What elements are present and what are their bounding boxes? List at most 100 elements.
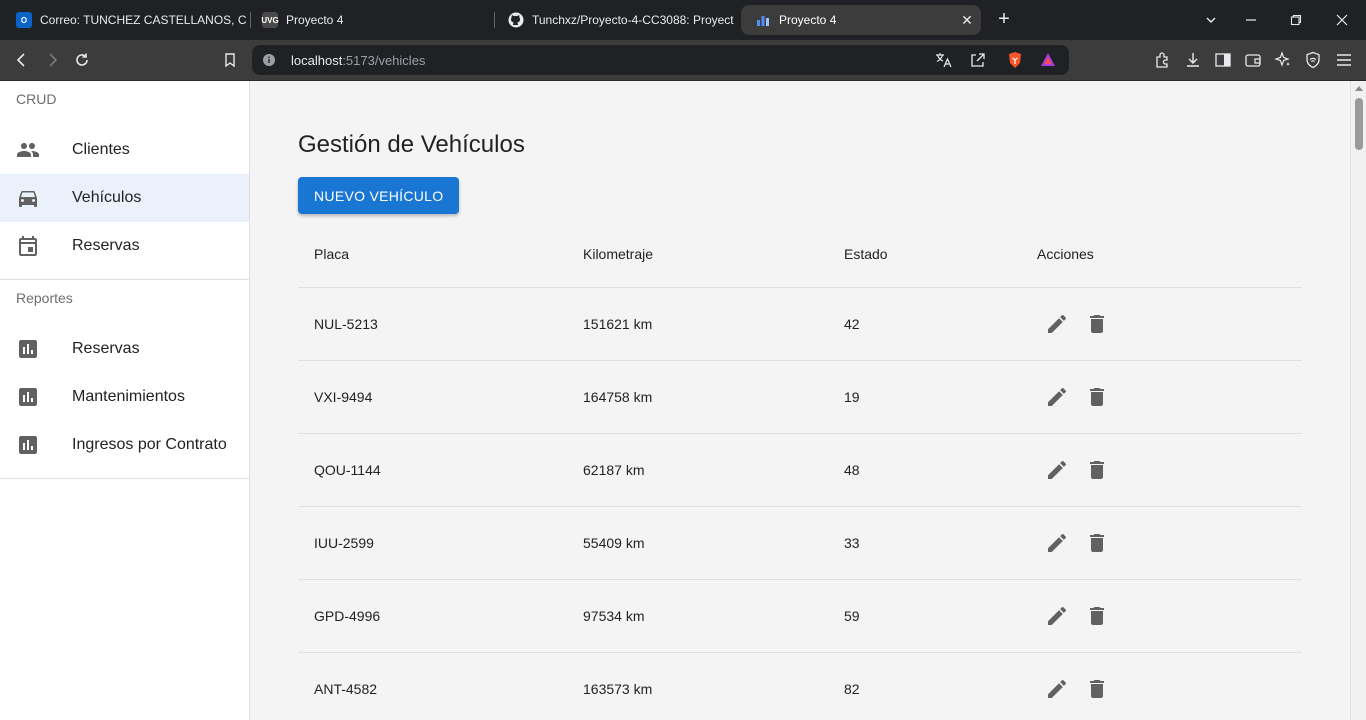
- site-info-icon[interactable]: [262, 53, 276, 72]
- cell-acciones: [1021, 287, 1302, 361]
- column-header-placa: Placa: [298, 222, 567, 288]
- column-header-acciones: Acciones: [1021, 222, 1302, 288]
- github-icon: [508, 12, 524, 28]
- cell-kilometraje: 62187 km: [567, 433, 828, 507]
- tab-search-icon[interactable]: [1199, 8, 1223, 32]
- bookmark-icon[interactable]: [217, 48, 243, 72]
- brave-rewards-icon[interactable]: [1039, 51, 1057, 74]
- row-actions: [1037, 304, 1302, 344]
- reload-icon[interactable]: [69, 48, 95, 72]
- share-icon[interactable]: [970, 52, 986, 73]
- edit-icon[interactable]: [1037, 304, 1077, 344]
- edit-icon[interactable]: [1037, 450, 1077, 490]
- cell-acciones: [1021, 652, 1302, 720]
- delete-icon[interactable]: [1077, 377, 1117, 417]
- tab-proyecto-4-active[interactable]: Proyecto 4 ✕: [741, 5, 981, 35]
- cell-acciones: [1021, 360, 1302, 434]
- sidebar-divider: [0, 279, 249, 280]
- forward-icon[interactable]: [39, 48, 65, 72]
- scrollbar-thumb[interactable]: [1355, 98, 1363, 150]
- cell-placa: ANT-4582: [298, 652, 567, 720]
- tab-title: Correo: TUNCHEZ CASTELLANOS, CR: [40, 13, 246, 27]
- edit-icon[interactable]: [1037, 377, 1077, 417]
- brave-shields-icon[interactable]: [1006, 51, 1024, 74]
- sidebar-toggle-icon[interactable]: [1210, 48, 1236, 72]
- close-tab-icon[interactable]: ✕: [957, 10, 977, 30]
- browser-tab-strip: O Correo: TUNCHEZ CASTELLANOS, CR UVG Pr…: [0, 0, 1366, 40]
- table-row: VXI-9494 164758 km 19: [298, 360, 1302, 434]
- page-title: Gestión de Vehículos: [298, 131, 525, 158]
- new-vehicle-button[interactable]: NUEVO VEHÍCULO: [298, 177, 460, 214]
- wallet-icon[interactable]: [1240, 48, 1266, 72]
- sidebar-item-label: Vehículos: [72, 189, 142, 206]
- sidebar-item-mantenimientos[interactable]: Mantenimientos: [0, 373, 249, 421]
- calendar-icon: [16, 234, 40, 258]
- restore-icon[interactable]: [1284, 8, 1308, 32]
- sidebar-divider: [0, 478, 249, 479]
- bar-chart-icon: [16, 433, 40, 457]
- url-host: localhost: [291, 53, 343, 68]
- sidebar-item-clientes[interactable]: Clientes: [0, 126, 249, 174]
- outlook-icon: O: [16, 12, 32, 28]
- section-header-crud: CRUD: [16, 91, 57, 107]
- uvg-icon: UVG: [261, 12, 279, 28]
- table-row: GPD-4996 97534 km 59: [298, 579, 1302, 653]
- vpn-icon[interactable]: [1300, 48, 1326, 72]
- delete-icon[interactable]: [1077, 669, 1117, 709]
- people-icon: [16, 138, 40, 162]
- back-icon[interactable]: [9, 48, 35, 72]
- sidebar-item-label: Ingresos por Contrato: [72, 436, 227, 453]
- row-actions: [1037, 377, 1302, 417]
- column-header-estado: Estado: [828, 222, 1021, 288]
- vite-icon: [755, 12, 771, 28]
- download-icon[interactable]: [1180, 48, 1206, 72]
- cell-estado: 33: [828, 506, 1021, 580]
- sidebar-item-reporte-reservas[interactable]: Reservas: [0, 325, 249, 373]
- column-header-kilometraje: Kilometraje: [567, 222, 828, 288]
- bar-chart-icon: [16, 337, 40, 361]
- table-row: NUL-5213 151621 km 42: [298, 287, 1302, 361]
- close-window-icon[interactable]: [1330, 8, 1354, 32]
- tab-github[interactable]: Tunchxz/Proyecto-4-CC3088: Proyect: [494, 5, 738, 35]
- edit-icon[interactable]: [1037, 669, 1077, 709]
- new-tab-button[interactable]: +: [992, 9, 1016, 31]
- cell-placa: QOU-1144: [298, 433, 567, 507]
- cell-kilometraje: 55409 km: [567, 506, 828, 580]
- row-actions: [1037, 523, 1302, 563]
- sidebar-item-label: Mantenimientos: [72, 388, 185, 405]
- tab-proyecto-4[interactable]: UVG Proyecto 4: [248, 5, 492, 35]
- cell-placa: GPD-4996: [298, 579, 567, 653]
- scroll-up-arrow[interactable]: [1355, 86, 1363, 91]
- extensions-icon[interactable]: [1150, 48, 1176, 72]
- cell-kilometraje: 164758 km: [567, 360, 828, 434]
- delete-icon[interactable]: [1077, 304, 1117, 344]
- delete-icon[interactable]: [1077, 450, 1117, 490]
- car-icon: [16, 186, 40, 210]
- cell-estado: 82: [828, 652, 1021, 720]
- main-content: Gestión de Vehículos NUEVO VEHÍCULO Plac…: [250, 81, 1350, 720]
- cell-estado: 59: [828, 579, 1021, 653]
- tab-correo[interactable]: O Correo: TUNCHEZ CASTELLANOS, CR: [2, 5, 246, 35]
- delete-icon[interactable]: [1077, 596, 1117, 636]
- sidebar-item-ingresos[interactable]: Ingresos por Contrato: [0, 421, 249, 469]
- delete-icon[interactable]: [1077, 523, 1117, 563]
- app-sidebar: CRUD Clientes Vehículos Reservas Reporte…: [0, 81, 250, 720]
- edit-icon[interactable]: [1037, 523, 1077, 563]
- edit-icon[interactable]: [1037, 596, 1077, 636]
- row-actions: [1037, 596, 1302, 636]
- cell-estado: 19: [828, 360, 1021, 434]
- sidebar-item-vehiculos[interactable]: Vehículos: [0, 174, 249, 222]
- cell-placa: IUU-2599: [298, 506, 567, 580]
- leo-ai-icon[interactable]: [1270, 48, 1296, 72]
- section-header-reportes: Reportes: [16, 290, 73, 306]
- minimize-icon[interactable]: [1239, 8, 1263, 32]
- cell-estado: 48: [828, 433, 1021, 507]
- address-bar[interactable]: localhost:5173/vehicles: [252, 45, 1069, 75]
- page-scrollbar[interactable]: [1350, 81, 1366, 720]
- bar-chart-icon: [16, 385, 40, 409]
- menu-icon[interactable]: [1331, 48, 1357, 72]
- translate-icon[interactable]: [935, 52, 953, 73]
- sidebar-item-reservas[interactable]: Reservas: [0, 222, 249, 270]
- vehicles-table: Placa Kilometraje Estado Acciones NUL-52…: [298, 222, 1302, 720]
- cell-estado: 42: [828, 287, 1021, 361]
